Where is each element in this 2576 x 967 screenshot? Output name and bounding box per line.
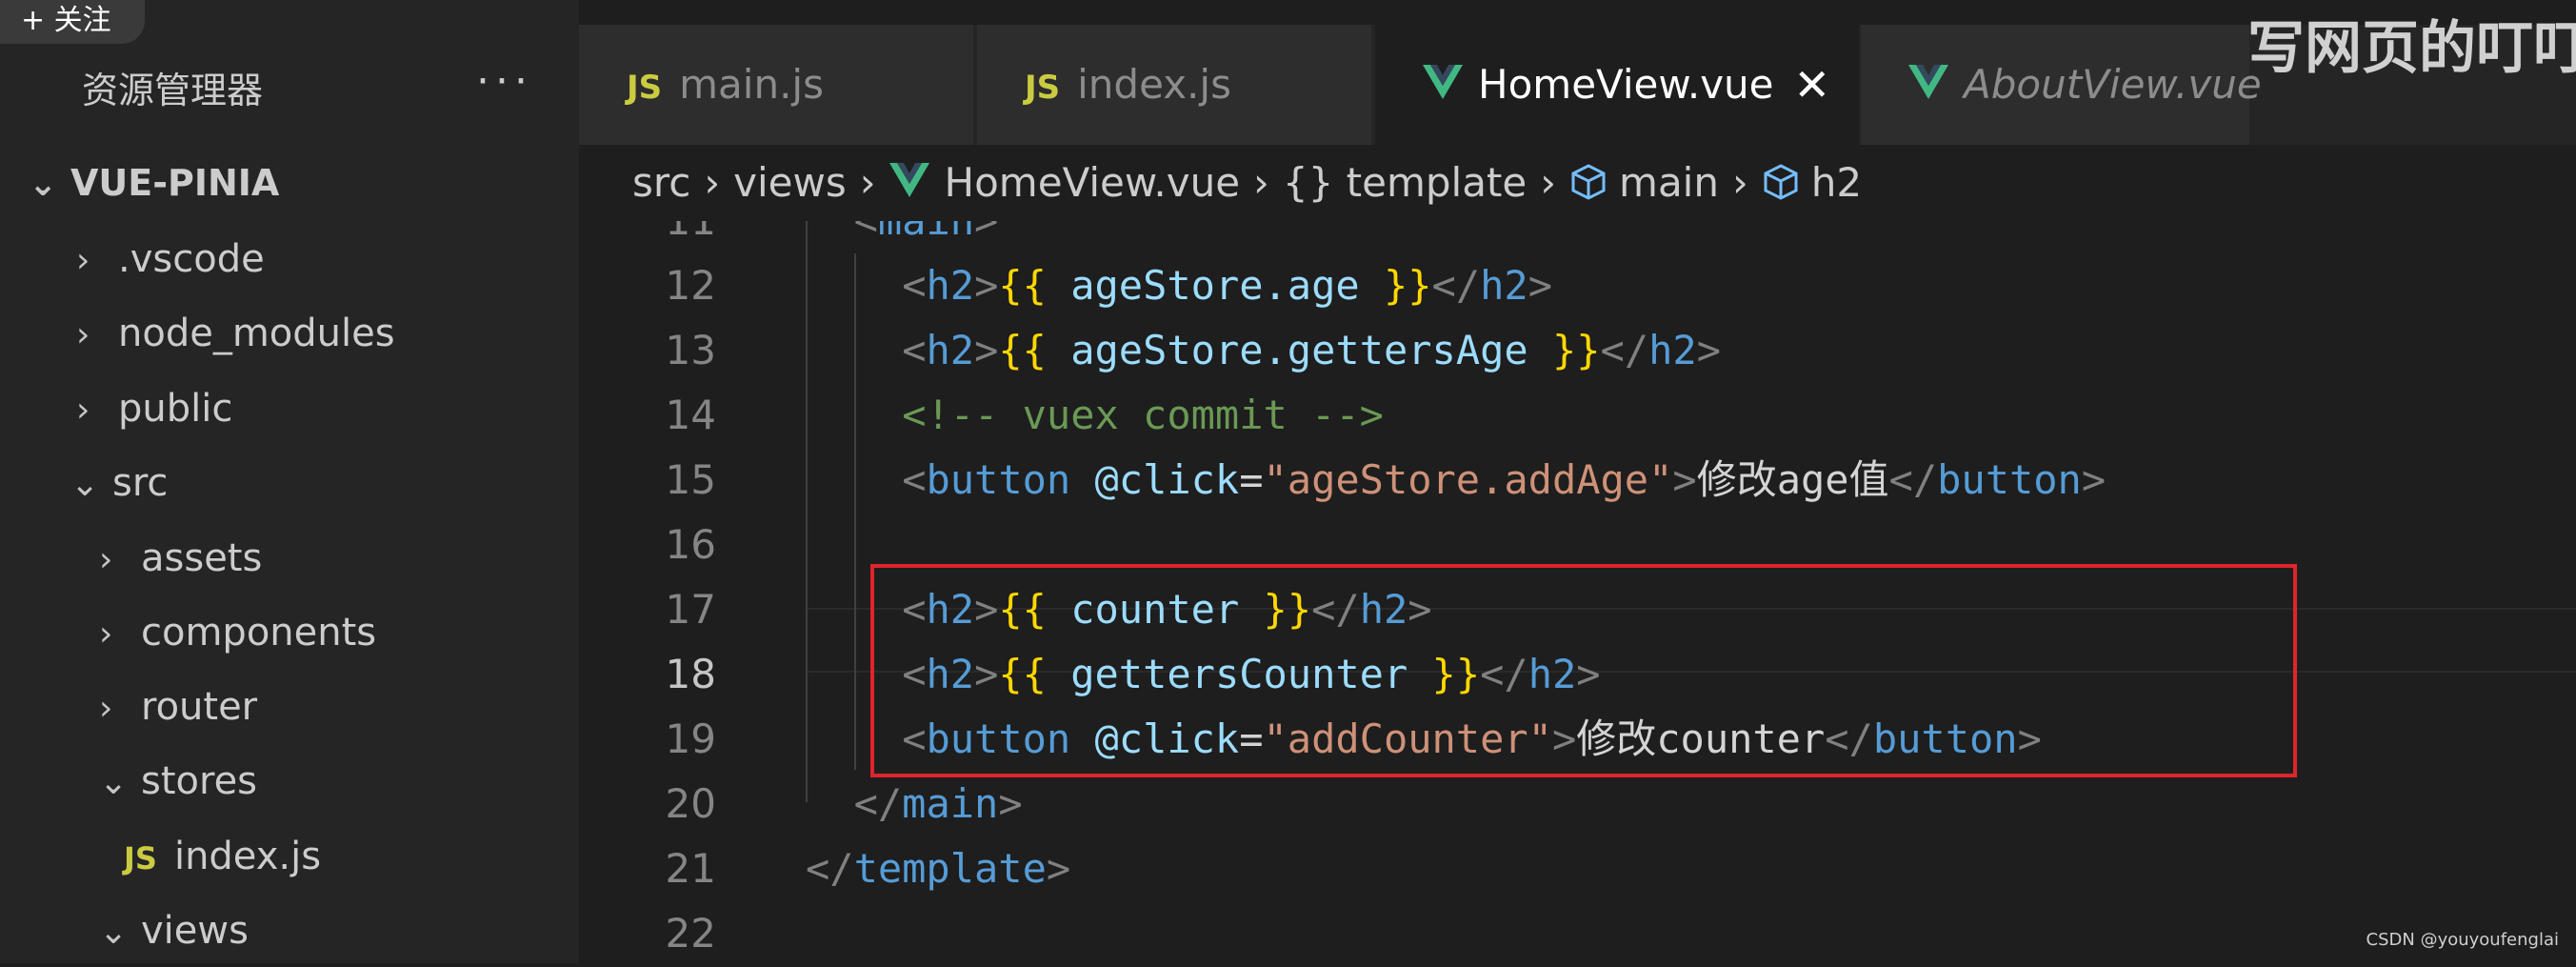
cube-icon (1764, 163, 1798, 200)
tree-item-src[interactable]: ⌄ src (70, 449, 168, 517)
line-number: 13 (665, 327, 716, 373)
tree-item-label: views (141, 909, 249, 953)
breadcrumb-item[interactable]: main (1569, 159, 1719, 206)
chevron-down-icon: ⌄ (99, 763, 129, 802)
line-number: 16 (665, 521, 716, 568)
tree-item-label: components (141, 611, 377, 655)
explorer-title: 资源管理器 (82, 70, 264, 111)
chevron-down-icon: ⌄ (99, 913, 129, 952)
tree-item-label: .vscode (118, 237, 265, 281)
line-number: 21 (665, 845, 716, 892)
line-number: 22 (665, 910, 716, 957)
code-line: 12 <h2>{{ ageStore.age }}</h2> (579, 253, 2576, 318)
explorer-sidebar: 资源管理器 ··· ⌄ VUE-PINIA › .vscode › node_modul… (0, 0, 579, 963)
vue-icon (889, 162, 929, 197)
tab-main-js[interactable]: JS main.js (579, 25, 973, 145)
tree-item-node-modules[interactable]: › node_modules (76, 299, 395, 368)
breadcrumb-item[interactable]: {} template (1283, 159, 1527, 206)
tree-item-label: src (112, 461, 169, 505)
tab-index-js[interactable]: JS index.js (977, 25, 1371, 145)
tab-homeview-vue[interactable]: HomeView.vue ✕ (1375, 25, 1859, 145)
chevron-right-icon: › (859, 159, 876, 206)
js-file-icon: JS (1025, 69, 1061, 107)
tree-item-label: stores (141, 759, 258, 803)
vue-icon (1908, 64, 1948, 99)
line-number: 14 (665, 392, 716, 438)
chevron-right-icon: › (76, 391, 90, 430)
line-number: 18 (665, 651, 716, 697)
tree-item-label: index.js (173, 835, 322, 878)
project-root[interactable]: ⌄ VUE-PINIA (29, 149, 279, 217)
breadcrumb-item[interactable]: views (733, 159, 847, 206)
code-line: 20 </main> (579, 772, 2576, 836)
more-actions-icon[interactable]: ··· (476, 57, 533, 106)
tree-item-assets[interactable]: › assets (99, 524, 262, 593)
chevron-right-icon: › (704, 159, 721, 206)
tree-item-label: assets (141, 536, 263, 580)
tree-item-router[interactable]: › router (99, 673, 257, 741)
breadcrumb-item[interactable]: HomeView.vue (889, 159, 1240, 206)
follow-button[interactable]: + 关注 (0, 0, 145, 44)
line-number: 17 (665, 586, 716, 633)
csdn-watermark: CSDN @youyoufenglai (2366, 930, 2559, 950)
tree-item-label: node_modules (118, 312, 395, 355)
code-line: 14 <!-- vuex commit --> (579, 383, 2576, 448)
tree-item-public[interactable]: › public (76, 374, 232, 443)
line-number: 19 (665, 715, 716, 762)
line-number: 15 (665, 456, 716, 503)
chevron-right-icon: › (99, 540, 113, 579)
code-text: <main> (854, 221, 999, 253)
chevron-right-icon: › (76, 241, 90, 280)
breadcrumb: src › views › HomeView.vue › {} template › main ›… (579, 145, 2576, 221)
cube-icon (1571, 163, 1606, 200)
code-text: <h2>{{ ageStore.gettersAge }}</h2> (902, 327, 1721, 373)
tree-item-index-js[interactable]: JS index.js (124, 822, 321, 891)
code-line: 22 (579, 901, 2576, 963)
indent-guide (806, 221, 808, 802)
code-line: 21 </template> (579, 836, 2576, 901)
video-watermark-title: 写网页的叮叮 (2247, 15, 2576, 82)
tree-item--vscode[interactable]: › .vscode (76, 225, 265, 293)
js-file-icon: JS (627, 69, 663, 107)
tab-aboutview-vue[interactable]: AboutView.vue (1861, 25, 2262, 145)
tab-label: AboutView.vue (1964, 61, 2262, 108)
tab-label: HomeView.vue (1478, 61, 1774, 108)
line-number: 11 (579, 221, 716, 253)
tree-item-label: router (141, 685, 258, 729)
code-text: <button @click="ageStore.addAge">修改age值<… (902, 456, 2107, 503)
js-file-icon: JS (124, 840, 157, 876)
chevron-right-icon: › (1731, 159, 1748, 206)
vue-icon (1423, 64, 1463, 99)
code-line: 11 <main> (579, 221, 2576, 253)
tree-item-stores[interactable]: ⌄ stores (99, 747, 257, 816)
chevron-right-icon: › (76, 315, 90, 354)
chevron-down-icon: ⌄ (29, 165, 58, 204)
close-icon[interactable]: ✕ (1793, 25, 1830, 145)
tree-item-components[interactable]: › components (99, 598, 376, 667)
breadcrumb-item[interactable]: h2 (1762, 159, 1862, 206)
chevron-right-icon: › (1253, 159, 1269, 206)
project-name: VUE-PINIA (70, 162, 280, 204)
chevron-right-icon: › (99, 689, 113, 728)
tab-label: main.js (679, 61, 824, 108)
code-text: <h2>{{ ageStore.age }}</h2> (902, 262, 1552, 309)
code-line: 13 <h2>{{ ageStore.gettersAge }}</h2> (579, 318, 2576, 383)
tree-item-views[interactable]: ⌄ views (99, 896, 249, 965)
code-text: <!-- vuex commit --> (902, 392, 1384, 438)
chevron-right-icon: › (1540, 159, 1557, 206)
code-text: </template> (806, 845, 1071, 892)
tab-label: index.js (1077, 61, 1231, 108)
indent-guide (853, 253, 856, 770)
line-number: 20 (665, 780, 716, 827)
tree-item-label: public (118, 387, 233, 431)
line-number: 12 (665, 262, 716, 309)
chevron-right-icon: › (99, 614, 113, 654)
chevron-down-icon: ⌄ (70, 465, 100, 504)
breadcrumb-item[interactable]: src (632, 159, 690, 206)
code-line: 15 <button @click="ageStore.addAge">修改age… (579, 448, 2576, 513)
code-text: </main> (853, 780, 1023, 827)
annotation-highlight-box (870, 564, 2297, 777)
